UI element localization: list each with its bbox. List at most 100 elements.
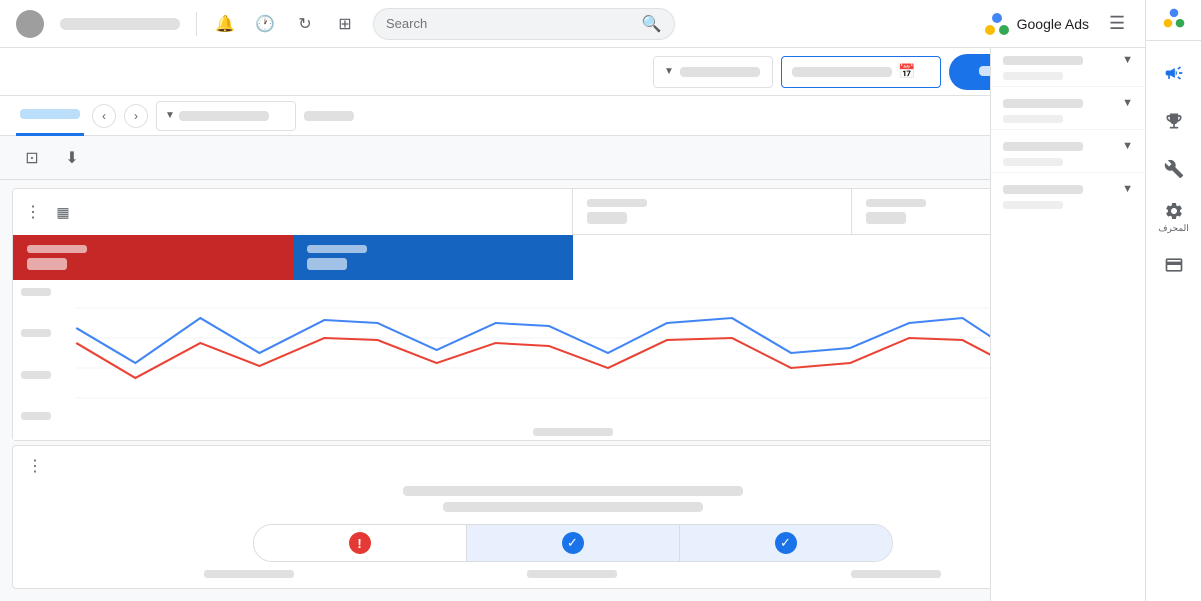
rcp-section-3-arrow: ▼ xyxy=(1122,140,1133,152)
rcp-section-1[interactable]: ▼ xyxy=(991,48,1145,72)
status-segment-error[interactable]: ! xyxy=(254,525,466,561)
metric-card-1-value xyxy=(587,212,627,224)
rcp-section-3-text xyxy=(1003,142,1083,151)
x-axis-label xyxy=(533,428,613,436)
metric-card-red xyxy=(13,235,293,280)
date-dropdown-text xyxy=(792,67,892,77)
metric-card-2-label xyxy=(866,199,926,207)
content-area: 🔔 🕐 ↻ ⊞ 🔍 Google Ads ☰ xyxy=(0,0,1145,601)
avatar xyxy=(16,10,44,38)
rcp-sub-3 xyxy=(1003,158,1063,166)
nav-prev-button[interactable]: ‹ xyxy=(92,104,116,128)
chart-metric-cards: ⋮ ▦ xyxy=(13,189,1132,280)
credit-card-icon xyxy=(1164,255,1184,275)
metric-card-blue xyxy=(293,235,573,280)
google-ads-logo-area: Google Ads xyxy=(983,10,1089,38)
status-footer-text-3 xyxy=(851,570,941,578)
tab-active-text xyxy=(20,109,80,119)
rcp-section-2[interactable]: ▼ xyxy=(991,91,1145,115)
nav-item-campaigns[interactable] xyxy=(1152,51,1196,95)
chart-options-icon[interactable]: ⋮ xyxy=(25,202,41,222)
metric-card-1-label xyxy=(587,199,647,207)
rcp-section-2-arrow: ▼ xyxy=(1122,97,1133,109)
toolbar-row: ⊡ ⬇ + xyxy=(0,136,1145,180)
right-nav-sidebar: المحرف xyxy=(1145,0,1201,601)
table-view-icon[interactable]: ⊡ xyxy=(16,142,48,174)
rcp-section-3[interactable]: ▼ xyxy=(991,134,1145,158)
search-icon: 🔍 xyxy=(642,14,662,34)
status-segment-ok2[interactable]: ✓ xyxy=(679,525,892,561)
app-title: Google Ads xyxy=(1017,16,1089,32)
nav-item-billing[interactable] xyxy=(1152,243,1196,287)
download-icon[interactable]: ⬇ xyxy=(56,142,88,174)
metric-card-1 xyxy=(573,189,853,235)
rcp-divider-2 xyxy=(991,129,1145,130)
y-label-4 xyxy=(21,412,51,420)
metric-card-blue-value xyxy=(307,258,347,270)
right-collapse-panel: ▼ ▼ ▼ ▼ xyxy=(990,48,1145,601)
rcp-section-4-arrow: ▼ xyxy=(1122,183,1133,195)
scroll-content: ⊡ ⬇ + ⋮ ▦ xyxy=(0,136,1145,601)
text-line-2 xyxy=(443,502,703,512)
menu-icon[interactable]: ☰ xyxy=(1105,12,1129,36)
app-layout: 🔔 🕐 ↻ ⊞ 🔍 Google Ads ☰ xyxy=(0,0,1201,601)
secondary-nav: ‹ › ▼ xyxy=(0,96,1145,136)
settings-icon xyxy=(1164,201,1184,221)
history-icon[interactable]: 🕐 xyxy=(253,12,277,36)
bottom-widget-options[interactable]: ⋮ xyxy=(27,456,43,476)
filter-dropdown-text xyxy=(680,67,760,77)
filter-dropdown[interactable]: ▼ xyxy=(653,56,773,88)
nav-next-button[interactable]: › xyxy=(124,104,148,128)
filter-bar: ▼ 📅 + xyxy=(0,48,1145,96)
segment-dropdown-arrow: ▼ xyxy=(165,110,175,121)
text-line-1 xyxy=(403,486,743,496)
search-input[interactable] xyxy=(386,16,642,31)
metric-card-red-label xyxy=(27,245,87,253)
nav-item-settings[interactable]: المحرف xyxy=(1152,195,1196,239)
chart-svg xyxy=(29,288,1116,428)
filter-dropdown-arrow: ▼ xyxy=(664,66,674,77)
nav-item-tools[interactable] xyxy=(1152,147,1196,191)
y-label-1 xyxy=(21,288,51,296)
rcp-divider-3 xyxy=(991,172,1145,173)
error-icon: ! xyxy=(349,532,371,554)
y-label-2 xyxy=(21,329,51,337)
google-ads-logo-icon xyxy=(983,10,1011,38)
nav-item-settings-label: المحرف xyxy=(1158,223,1189,234)
rcp-section-4[interactable]: ▼ xyxy=(991,177,1145,201)
chart-header-left: ⋮ ▦ xyxy=(13,189,573,235)
columns-text xyxy=(304,111,354,121)
google-ads-brand xyxy=(1146,0,1201,41)
ok1-icon: ✓ xyxy=(562,532,584,554)
rcp-sub-2 xyxy=(1003,115,1063,123)
rcp-sub-4 xyxy=(1003,201,1063,209)
rcp-divider-1 xyxy=(991,86,1145,87)
search-bar[interactable]: 🔍 xyxy=(373,8,675,40)
status-segment-ok1[interactable]: ✓ xyxy=(466,525,679,561)
status-footer-text-1 xyxy=(204,570,294,578)
tab-active[interactable] xyxy=(16,96,84,136)
segment-dropdown-text xyxy=(179,111,269,121)
bottom-widget-header: ⋮ ⊞ xyxy=(27,456,1118,476)
ok2-icon: ✓ xyxy=(775,532,797,554)
y-label-3 xyxy=(21,371,51,379)
status-footer-text-2 xyxy=(527,570,617,578)
brand-logo-icon xyxy=(1162,6,1186,30)
nav-item-trophy[interactable] xyxy=(1152,99,1196,143)
y-axis-labels xyxy=(21,288,51,420)
notification-icon[interactable]: 🔔 xyxy=(213,12,237,36)
segment-dropdown[interactable]: ▼ xyxy=(156,101,296,131)
rcp-section-2-text xyxy=(1003,99,1083,108)
chart-bar-icon[interactable]: ▦ xyxy=(49,198,77,226)
metric-card-blue-label xyxy=(307,245,367,253)
grid-icon[interactable]: ⊞ xyxy=(333,12,357,36)
bottom-widget: ⋮ ⊞ ! ✓ xyxy=(12,445,1133,589)
tools-icon xyxy=(1164,159,1184,179)
account-name xyxy=(60,18,180,30)
status-progress-bar: ! ✓ ✓ xyxy=(253,524,893,562)
status-footer xyxy=(27,570,1118,578)
calendar-icon: 📅 xyxy=(898,63,915,80)
date-dropdown[interactable]: 📅 xyxy=(781,56,941,88)
refresh-icon[interactable]: ↻ xyxy=(293,12,317,36)
header-divider xyxy=(196,12,197,36)
